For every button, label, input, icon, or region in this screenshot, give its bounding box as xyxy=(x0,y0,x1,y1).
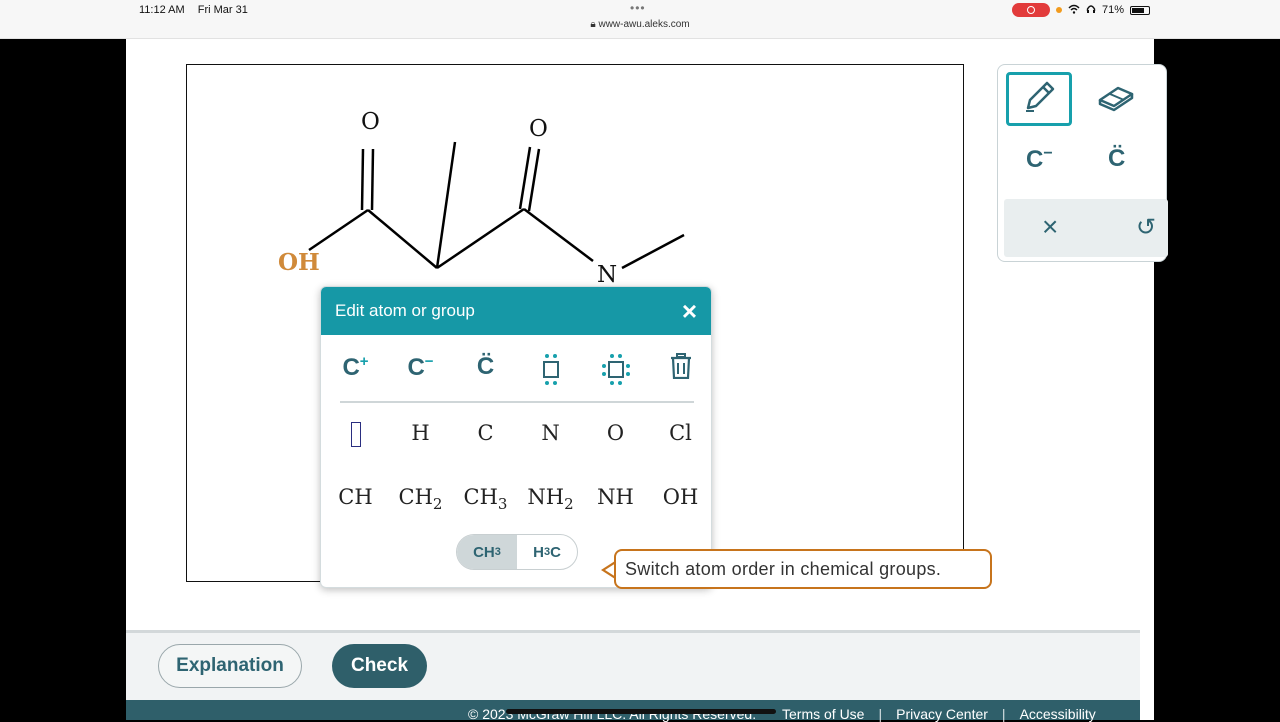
blank-atom-button[interactable] xyxy=(323,421,388,451)
undo-icon[interactable]: ↺ xyxy=(1136,213,1156,242)
close-x-icon[interactable]: × xyxy=(1042,211,1058,243)
lone-pair-tool[interactable]: C̈ xyxy=(1108,145,1125,173)
hydroxyl-group[interactable]: OH xyxy=(278,249,320,276)
ios-status-bar: 11:12 AM Fri Mar 31 ••• 🔒︎ www-awu.aleks… xyxy=(0,0,1280,39)
eraser-tool-button[interactable] xyxy=(1094,79,1138,119)
check-button[interactable]: Check xyxy=(332,644,427,688)
pencil-icon xyxy=(1020,78,1058,121)
tool-row-3: × ↺ xyxy=(1004,199,1168,257)
full-pairs-box-button[interactable] xyxy=(583,353,648,389)
group-button-nh2[interactable]: NH2 xyxy=(518,485,583,515)
nitrogen-atom[interactable]: N xyxy=(597,262,617,288)
trash-icon xyxy=(670,353,691,380)
headphones-icon xyxy=(1086,4,1096,17)
full-pairs-box-icon xyxy=(601,354,630,385)
atom-button-h[interactable]: H xyxy=(388,421,453,451)
group-button-ch2[interactable]: CH2 xyxy=(388,485,453,515)
order-option-h3c[interactable]: H3C xyxy=(517,535,577,569)
order-option-ch3[interactable]: CH 3 xyxy=(457,535,517,569)
group-button-nh[interactable]: NH xyxy=(583,485,648,515)
atom-button-n[interactable]: N xyxy=(518,421,583,451)
lock-icon: 🔒︎ xyxy=(590,19,596,30)
battery-percent: 71% xyxy=(1101,4,1124,16)
popup-title: Edit atom or group xyxy=(335,301,475,320)
battery-icon xyxy=(1130,5,1150,15)
edit-atom-popup: Edit atom or group × C+ C− C̈ H C N O Cl… xyxy=(320,286,712,588)
atom-order-toggle[interactable]: CH 3 H3C xyxy=(456,534,578,570)
status-time: 11:12 AM xyxy=(139,4,185,16)
delete-button[interactable] xyxy=(648,353,711,389)
oxygen-atom-1[interactable]: O xyxy=(361,109,380,135)
wifi-icon xyxy=(1068,4,1080,17)
close-icon[interactable]: × xyxy=(682,298,697,324)
group-button-ch[interactable]: CH xyxy=(323,485,388,515)
blank-atom-box xyxy=(350,422,361,447)
drawing-tool-panel: C− C̈ × ↺ xyxy=(997,64,1168,262)
atom-order-tooltip: Switch atom order in chemical groups. xyxy=(614,549,992,589)
mic-indicator-icon xyxy=(1055,7,1062,13)
eraser-icon xyxy=(1096,82,1136,117)
home-indicator[interactable] xyxy=(506,709,776,714)
atom-button-cl[interactable]: Cl xyxy=(648,421,711,451)
popup-divider xyxy=(340,401,694,403)
negative-charge-tool[interactable]: C− xyxy=(1026,145,1053,174)
screen-recording-icon xyxy=(1011,3,1050,17)
negative-charge-button[interactable]: C− xyxy=(388,353,453,389)
radical-box-icon xyxy=(542,354,559,385)
explanation-button[interactable]: Explanation xyxy=(158,644,302,688)
radical-box-button[interactable] xyxy=(518,353,583,389)
charge-tools-row: C+ C− C̈ xyxy=(323,353,711,389)
status-time-date: 11:12 AM Fri Mar 31 xyxy=(139,4,258,16)
multitask-dots-icon[interactable]: ••• xyxy=(630,1,646,15)
pencil-tool-button[interactable] xyxy=(1006,72,1072,126)
url-text: www-awu.aleks.com xyxy=(598,19,690,30)
oxygen-atom-2[interactable]: O xyxy=(529,116,548,142)
url-label[interactable]: 🔒︎ www-awu.aleks.com xyxy=(0,19,1280,30)
group-row: CH CH2 CH3 NH2 NH OH xyxy=(323,485,711,515)
atom-button-c[interactable]: C xyxy=(453,421,518,451)
status-right: 71% xyxy=(1011,3,1150,17)
group-button-ch3[interactable]: CH3 xyxy=(453,485,518,515)
group-button-oh[interactable]: OH xyxy=(648,485,711,515)
popup-header: Edit atom or group × xyxy=(321,287,711,335)
atom-row: H C N O Cl xyxy=(323,421,711,451)
lone-pair-button[interactable]: C̈ xyxy=(453,353,518,389)
status-date: Fri Mar 31 xyxy=(197,4,248,16)
positive-charge-button[interactable]: C+ xyxy=(323,353,388,389)
atom-button-o[interactable]: O xyxy=(583,421,648,451)
